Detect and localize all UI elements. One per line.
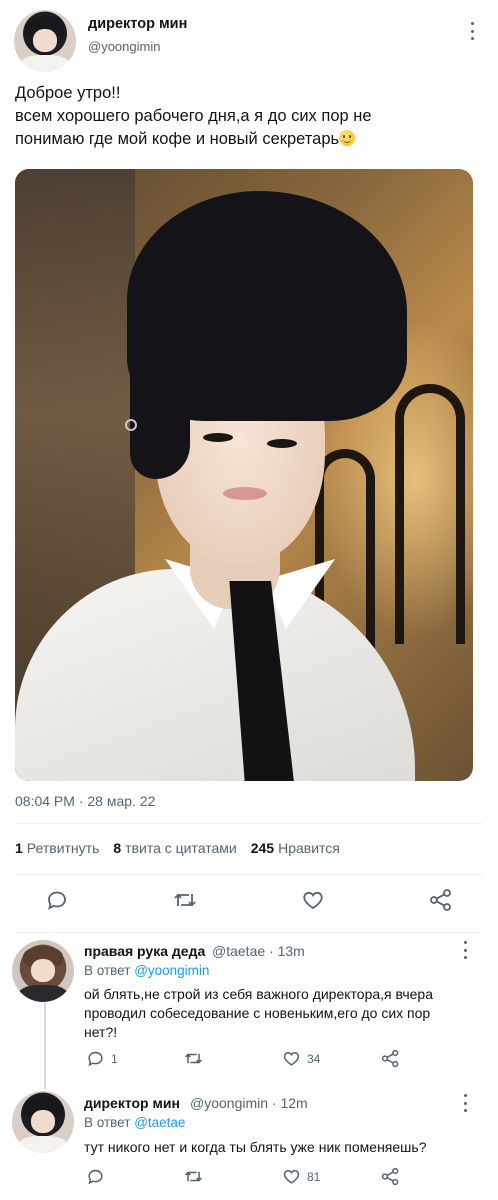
like-button[interactable] (301, 888, 325, 912)
replying-to-label: В ответ (84, 963, 131, 978)
reply-more-options-icon[interactable] (459, 1094, 471, 1112)
like-count: 81 (307, 1169, 321, 1184)
reply-icon (88, 1051, 103, 1067)
reply-like-button[interactable]: 34 (282, 1049, 320, 1068)
reply-text-line: нет?! (84, 1024, 118, 1040)
retweet-icon (185, 1053, 202, 1064)
retweet-icon (174, 893, 196, 907)
reply-icon (88, 1169, 103, 1185)
share-icon (430, 889, 451, 911)
reply-reply-button[interactable]: 1 (86, 1049, 118, 1068)
author-avatar[interactable] (14, 10, 76, 72)
like-count: 34 (307, 1051, 321, 1066)
quotes-count: 8 (113, 840, 122, 856)
reply-author-avatar[interactable] (12, 940, 74, 1002)
like-icon (283, 1052, 300, 1066)
replying-to-label: В ответ (84, 1115, 131, 1130)
reply-more-options-icon[interactable] (459, 941, 471, 959)
reply-text-line: проводил собеседование с новеньким,его д… (84, 1005, 431, 1021)
replying-to: В ответ @yoongimin (84, 963, 209, 978)
reply-share-button[interactable] (380, 1167, 401, 1186)
tweet-timestamp[interactable]: 08:04 PM · 28 мар. 22 (15, 793, 155, 809)
reply-action-bar: 81 (0, 1167, 498, 1197)
retweets-stat[interactable]: 1 Ретвитнуть (15, 840, 99, 856)
reply-text: ой блять,не строй из себя важного директ… (84, 985, 433, 1042)
replying-to-link[interactable]: @taetae (134, 1115, 185, 1130)
reply-icon (48, 891, 66, 910)
reply-handle[interactable]: @yoongimin (190, 1095, 268, 1111)
tweet-text: Доброе утро!! всем хорошего рабочего дня… (15, 82, 485, 151)
divider (15, 823, 483, 824)
replying-to-link[interactable]: @yoongimin (134, 963, 209, 978)
retweets-label: Ретвитнуть (26, 840, 100, 856)
likes-count: 245 (250, 840, 275, 856)
quotes-label: твита с цитатами (125, 840, 237, 856)
tweet-photo[interactable] (15, 169, 473, 781)
reply-share-button[interactable] (380, 1049, 401, 1068)
slightly-smiling-face-icon (339, 130, 356, 146)
reply-retweet-button[interactable] (183, 1167, 210, 1186)
divider (15, 874, 483, 875)
reply-text-line: тут никого нет и когда ты блять уже ник … (84, 1139, 427, 1155)
tweet-text-line: понимаю где мой кофе и новый секретарь (15, 130, 340, 148)
more-options-icon[interactable] (466, 22, 478, 40)
reply-author-handle: @taetae · 13m (212, 943, 305, 959)
tweet-text-line: Доброе утро!! (15, 84, 121, 102)
reply-author-name[interactable]: правая рука деда (84, 943, 205, 959)
likes-stat[interactable]: 245 Нравится (251, 840, 340, 856)
divider (15, 932, 483, 933)
share-icon (381, 1049, 399, 1068)
replying-to: В ответ @taetae (84, 1115, 185, 1130)
reply-text-line: ой блять,не строй из себя важного директ… (84, 986, 433, 1002)
retweet-button[interactable] (172, 888, 198, 912)
like-icon (283, 1170, 300, 1184)
reply-time[interactable]: 13m (278, 943, 305, 959)
share-icon (381, 1167, 399, 1186)
reply-like-button[interactable]: 81 (282, 1167, 320, 1186)
reply-author-name[interactable]: директор мин (84, 1095, 180, 1111)
reply-count: 1 (111, 1051, 118, 1066)
author-name[interactable]: директор мин (88, 16, 187, 32)
reply-button[interactable] (45, 888, 69, 912)
retweet-icon (185, 1171, 202, 1182)
retweets-count: 1 (15, 840, 23, 856)
tweet-action-bar (0, 888, 498, 918)
quotes-stat[interactable]: 8 твита с цитатами (113, 840, 236, 856)
reply-action-bar: 1 34 (0, 1049, 498, 1079)
reply-retweet-button[interactable] (183, 1049, 210, 1068)
reply-reply-button[interactable] (86, 1167, 111, 1186)
reply-text: тут никого нет и когда ты блять уже ник … (84, 1138, 426, 1157)
reply-handle[interactable]: @taetae (212, 943, 265, 959)
tweet-text-line: всем хорошего рабочего дня,а я до сих по… (15, 107, 372, 125)
likes-label: Нравится (278, 840, 340, 856)
share-button[interactable] (428, 888, 454, 912)
like-icon (303, 891, 323, 910)
reply-time[interactable]: 12m (280, 1095, 307, 1111)
reply-author-handle: @yoongimin · 12m (190, 1095, 308, 1111)
author-handle[interactable]: @yoongimin (88, 39, 160, 54)
tweet-stats: 1 Ретвитнуть 8 твита с цитатами 245 Нравитс… (15, 840, 340, 856)
reply-author-avatar[interactable] (12, 1091, 74, 1153)
